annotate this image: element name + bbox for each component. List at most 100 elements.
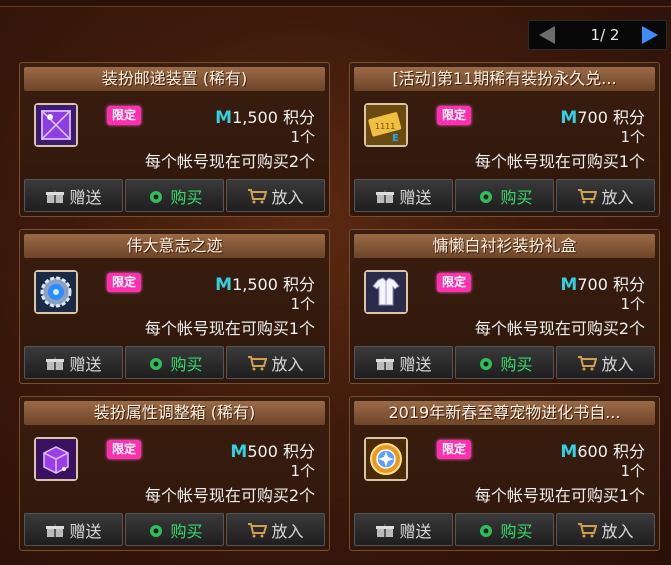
buy-icon bbox=[476, 355, 496, 371]
mileage-currency-icon: M bbox=[560, 442, 578, 462]
limited-badge: 限定 bbox=[107, 273, 141, 292]
buy-label: 购买 bbox=[500, 521, 533, 541]
gift-button[interactable]: 赠送 bbox=[354, 179, 453, 212]
cart-label: 放入 bbox=[601, 521, 634, 541]
add-to-cart-button[interactable]: 放入 bbox=[556, 346, 655, 379]
gold-orb-icon[interactable] bbox=[364, 437, 408, 481]
cart-icon bbox=[247, 522, 268, 538]
purchase-limit: 每个帐号现在可购买1个 bbox=[144, 319, 315, 338]
action-buttons: 赠送 购买 放入 bbox=[24, 513, 325, 546]
buy-label: 购买 bbox=[170, 187, 203, 207]
purchase-limit: 每个帐号现在可购买2个 bbox=[474, 319, 645, 338]
gift-label: 赠送 bbox=[399, 354, 432, 374]
buy-icon bbox=[146, 522, 166, 538]
cart-label: 放入 bbox=[601, 354, 634, 374]
gift-button[interactable]: 赠送 bbox=[24, 513, 123, 546]
price-unit: 积分 bbox=[612, 108, 645, 127]
add-to-cart-button[interactable]: 放入 bbox=[556, 179, 655, 212]
buy-label: 购买 bbox=[170, 521, 203, 541]
gift-icon bbox=[375, 355, 395, 371]
buy-label: 购买 bbox=[500, 187, 533, 207]
action-buttons: 赠送 购买 放入 bbox=[354, 346, 655, 379]
add-to-cart-button[interactable]: 放入 bbox=[226, 513, 325, 546]
mileage-currency-icon: M bbox=[215, 275, 233, 295]
add-to-cart-button[interactable]: 放入 bbox=[226, 346, 325, 379]
item-price: M500 积分 bbox=[230, 438, 315, 462]
coupon-ticket-icon[interactable]: 1111 E bbox=[364, 103, 408, 147]
item-price: M700 积分 bbox=[560, 271, 645, 295]
shop-item-card: [活动]第11期稀有装扮永久兑... 1111 E 限定 M700 积分 1个 每… bbox=[349, 62, 660, 217]
purchase-limit: 每个帐号现在可购买1个 bbox=[474, 152, 645, 171]
item-title: 装扮邮递装置 (稀有) bbox=[24, 67, 325, 91]
limited-badge: 限定 bbox=[107, 106, 141, 125]
shop-item-card: 伟大意志之迹 限定 M1,500 积分 1个 每个帐号现在可购买1个 赠送 购买… bbox=[19, 229, 330, 384]
buy-button[interactable]: 购买 bbox=[125, 513, 224, 546]
next-page-arrow-icon[interactable] bbox=[642, 26, 658, 44]
action-buttons: 赠送 购买 放入 bbox=[354, 179, 655, 212]
gift-button[interactable]: 赠送 bbox=[24, 346, 123, 379]
shop-item-card: 装扮邮递装置 (稀有) 限定 M1,500 积分 1个 每个帐号现在可购买2个 … bbox=[19, 62, 330, 217]
limited-badge: 限定 bbox=[437, 440, 471, 459]
purple-box-icon[interactable] bbox=[34, 103, 78, 147]
buy-button[interactable]: 购买 bbox=[455, 513, 554, 546]
mileage-currency-icon: M bbox=[560, 275, 578, 295]
buy-button[interactable]: 购买 bbox=[455, 179, 554, 212]
purple-cube-icon[interactable] bbox=[34, 437, 78, 481]
svg-text:E: E bbox=[392, 133, 399, 144]
limited-badge: 限定 bbox=[437, 273, 471, 292]
page-indicator: 1/ 2 bbox=[590, 26, 620, 44]
item-quantity: 1个 bbox=[290, 462, 315, 480]
price-value: 500 bbox=[247, 442, 278, 461]
gift-label: 赠送 bbox=[399, 521, 432, 541]
cart-label: 放入 bbox=[601, 187, 634, 207]
price-unit: 积分 bbox=[282, 442, 315, 461]
cart-icon bbox=[247, 355, 268, 371]
gift-label: 赠送 bbox=[399, 187, 432, 207]
shop-item-card: 慵懒白衬衫装扮礼盒 限定 M700 积分 1个 每个帐号现在可购买2个 赠送 购… bbox=[349, 229, 660, 384]
cart-label: 放入 bbox=[271, 354, 304, 374]
item-title: 慵懒白衬衫装扮礼盒 bbox=[354, 234, 655, 258]
price-value: 600 bbox=[577, 442, 608, 461]
item-title: 伟大意志之迹 bbox=[24, 234, 325, 258]
cart-label: 放入 bbox=[271, 187, 304, 207]
purchase-limit: 每个帐号现在可购买2个 bbox=[144, 152, 315, 171]
action-buttons: 赠送 购买 放入 bbox=[354, 513, 655, 546]
add-to-cart-button[interactable]: 放入 bbox=[226, 179, 325, 212]
action-buttons: 赠送 购买 放入 bbox=[24, 346, 325, 379]
gift-button[interactable]: 赠送 bbox=[354, 346, 453, 379]
purchase-limit: 每个帐号现在可购买1个 bbox=[474, 486, 645, 505]
pagination: 1/ 2 bbox=[528, 20, 667, 50]
price-unit: 积分 bbox=[282, 108, 315, 127]
buy-button[interactable]: 购买 bbox=[125, 179, 224, 212]
white-shirt-icon[interactable] bbox=[364, 270, 408, 314]
item-price: M1,500 积分 bbox=[215, 271, 315, 295]
buy-button[interactable]: 购买 bbox=[455, 346, 554, 379]
item-quantity: 1个 bbox=[290, 295, 315, 313]
cart-icon bbox=[577, 355, 598, 371]
cart-label: 放入 bbox=[271, 521, 304, 541]
price-unit: 积分 bbox=[612, 275, 645, 294]
add-to-cart-button[interactable]: 放入 bbox=[556, 513, 655, 546]
buy-icon bbox=[476, 188, 496, 204]
buy-button[interactable]: 购买 bbox=[125, 346, 224, 379]
gift-icon bbox=[45, 522, 65, 538]
buy-label: 购买 bbox=[170, 354, 203, 374]
item-price: M1,500 积分 bbox=[215, 104, 315, 128]
price-unit: 积分 bbox=[612, 442, 645, 461]
shop-item-card: 装扮属性调整箱 (稀有) 限定 M500 积分 1个 每个帐号现在可购买2个 赠… bbox=[19, 396, 330, 551]
blue-gear-icon[interactable] bbox=[34, 270, 78, 314]
prev-page-arrow-icon[interactable] bbox=[539, 26, 555, 44]
price-value: 700 bbox=[577, 108, 608, 127]
item-quantity: 1个 bbox=[620, 128, 645, 146]
gift-button[interactable]: 赠送 bbox=[24, 179, 123, 212]
item-title: 2019年新春至尊宠物进化书自... bbox=[354, 401, 655, 425]
cart-icon bbox=[247, 188, 268, 204]
gift-button[interactable]: 赠送 bbox=[354, 513, 453, 546]
gift-icon bbox=[375, 522, 395, 538]
limited-badge: 限定 bbox=[107, 440, 141, 459]
item-price: M700 积分 bbox=[560, 104, 645, 128]
item-quantity: 1个 bbox=[620, 295, 645, 313]
price-value: 700 bbox=[577, 275, 608, 294]
mileage-currency-icon: M bbox=[560, 108, 578, 128]
price-value: 1,500 bbox=[232, 275, 278, 294]
